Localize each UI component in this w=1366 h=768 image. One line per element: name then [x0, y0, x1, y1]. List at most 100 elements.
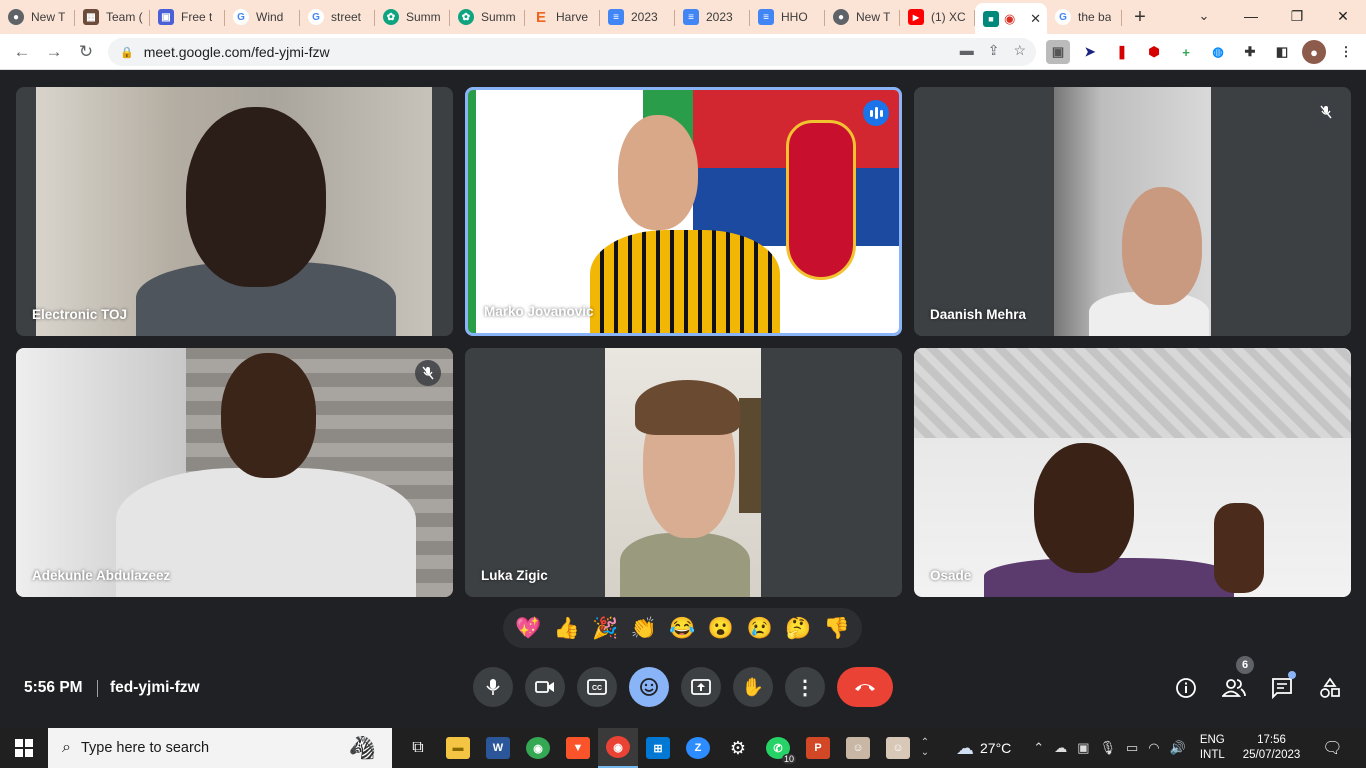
game-app-icon[interactable]: ☺	[838, 728, 878, 768]
volume-icon[interactable]: 🔊	[1170, 740, 1186, 756]
participant-tile-active-speaker[interactable]: Marko Jovanovic	[465, 87, 902, 336]
tab-new-tab[interactable]: ● New T	[0, 3, 75, 31]
show-hidden-icons-icon[interactable]: ⌃	[1033, 740, 1044, 756]
tab-free[interactable]: ▣ Free t	[150, 3, 225, 31]
activities-button[interactable]	[1316, 674, 1344, 702]
bookmark-star-icon[interactable]: ☆	[1013, 42, 1026, 59]
tab-summary-1[interactable]: ✿ Summ	[375, 3, 450, 31]
participant-tile[interactable]: Adekunle Abdulazeez	[16, 348, 453, 597]
reaction-sparkling-heart[interactable]: 💖	[515, 618, 541, 639]
whatsapp-icon[interactable]: ✆ 10	[758, 728, 798, 768]
reaction-surprised[interactable]: 😮	[708, 618, 734, 639]
extension-red-icon[interactable]: ❚	[1110, 40, 1134, 64]
camera-button[interactable]	[525, 667, 565, 707]
system-clock[interactable]: 17:56 25/07/2023	[1243, 733, 1301, 763]
taskbar-overflow-chevron-icon[interactable]: ⌃ ⌄	[918, 728, 932, 768]
language-indicator[interactable]: ENG INTL	[1200, 733, 1225, 763]
powerpoint-icon[interactable]: P	[798, 728, 838, 768]
back-icon[interactable]: ←	[6, 36, 38, 68]
captions-button[interactable]: CC	[577, 667, 617, 707]
forward-icon[interactable]: →	[38, 36, 70, 68]
person-face	[1122, 187, 1202, 305]
person-shirt	[590, 230, 780, 333]
close-window-icon[interactable]: ✕	[1320, 0, 1366, 32]
word-icon[interactable]: W	[478, 728, 518, 768]
side-panel-icon[interactable]: ◧	[1270, 40, 1294, 64]
reaction-clapping[interactable]: 👏	[631, 618, 657, 639]
notifications-icon[interactable]: 🗨	[1322, 738, 1342, 758]
participant-tile[interactable]: Electronic TOJ	[16, 87, 453, 336]
minimize-icon[interactable]: —	[1228, 0, 1274, 32]
menu-kebab-icon[interactable]: ⋮	[1334, 40, 1358, 64]
tab-harvest[interactable]: E Harve	[525, 3, 600, 31]
settings-gear-icon[interactable]: ⚙	[718, 728, 758, 768]
chrome-active-window-icon[interactable]: ◉	[598, 728, 638, 768]
tab-summary-2[interactable]: ✿ Summ	[450, 3, 525, 31]
reaction-laughing[interactable]: 😂	[669, 618, 695, 639]
meeting-details-button[interactable]	[1172, 674, 1200, 702]
camera-in-use-icon[interactable]: ▬	[960, 42, 974, 59]
reaction-thumbs-down[interactable]: 👎	[824, 618, 850, 639]
profile-avatar[interactable]: ●	[1302, 40, 1326, 64]
leave-call-button[interactable]	[837, 667, 893, 707]
chrome-taskbar-icon[interactable]: ◉	[518, 728, 558, 768]
file-explorer-icon[interactable]: ▬	[438, 728, 478, 768]
participant-tile[interactable]: Luka Zigic	[465, 348, 902, 597]
raise-hand-button[interactable]: ✋	[733, 667, 773, 707]
speaking-indicator-icon	[863, 100, 889, 126]
tab-doc-2023-2[interactable]: ≡ 2023	[675, 3, 750, 31]
reaction-crying[interactable]: 😢	[746, 618, 772, 639]
camera-privacy-icon[interactable]: ▣	[1077, 740, 1089, 756]
battery-icon[interactable]: ▭	[1126, 740, 1138, 756]
onedrive-icon[interactable]: ☁	[1054, 740, 1067, 756]
wifi-icon[interactable]: ◠	[1148, 740, 1159, 756]
openai-icon: ✿	[458, 9, 474, 25]
extension-photo-icon[interactable]: ▣	[1046, 40, 1070, 64]
tab-new-tab-2[interactable]: ● New T	[825, 3, 900, 31]
weather-widget[interactable]: ☁ 27°C	[956, 738, 1011, 759]
extension-plus-icon[interactable]: +	[1174, 40, 1198, 64]
people-button[interactable]	[1220, 674, 1248, 702]
task-view-icon[interactable]: ⧉	[398, 728, 438, 768]
present-screen-icon	[691, 679, 711, 695]
close-tab-icon[interactable]: ✕	[1030, 11, 1041, 27]
reaction-thinking[interactable]: 🤔	[785, 618, 811, 639]
present-screen-button[interactable]	[681, 667, 721, 707]
new-tab-button[interactable]: +	[1122, 3, 1158, 31]
extension-cursor-icon[interactable]: ➤	[1078, 40, 1102, 64]
participant-tile[interactable]: Daanish Mehra	[914, 87, 1351, 336]
docs-icon: ≡	[683, 9, 699, 25]
windows-start-button[interactable]	[0, 728, 48, 768]
game-app-2-icon[interactable]: ☺	[878, 728, 918, 768]
extension-shazam-icon[interactable]: ◍	[1206, 40, 1230, 64]
address-bar[interactable]: 🔒 meet.google.com/fed-yjmi-fzw ▬ ⇪ ☆	[108, 38, 1036, 66]
share-icon[interactable]: ⇪	[988, 42, 1000, 59]
tab-google-meet[interactable]: ■ ◉ ✕	[975, 3, 1047, 34]
docs-icon: ≡	[758, 9, 774, 25]
tab-google-street[interactable]: Gstreet	[300, 3, 375, 31]
tab-search-chevron-icon[interactable]: ⌄	[1190, 6, 1218, 26]
tab-google-search[interactable]: Gthe ba	[1047, 3, 1122, 31]
brave-icon[interactable]: ▼	[558, 728, 598, 768]
extensions-puzzle-icon[interactable]: ✚	[1238, 40, 1262, 64]
tab-google-wind[interactable]: G Wind	[225, 3, 300, 31]
reaction-party-popper[interactable]: 🎉	[592, 618, 618, 639]
reload-icon[interactable]: ↻	[70, 36, 102, 68]
person-face	[1034, 443, 1134, 573]
participant-video	[16, 348, 453, 597]
tab-doc-hho[interactable]: ≡ HHO	[750, 3, 825, 31]
extension-stop-icon[interactable]: ⬢	[1142, 40, 1166, 64]
reaction-thumbs-up[interactable]: 👍	[554, 618, 580, 639]
taskbar-search-box[interactable]: ⌕ Type here to search 🦓	[48, 728, 392, 768]
participant-tile[interactable]: Osade	[914, 348, 1351, 597]
microphone-tray-icon[interactable]: 🎙	[1099, 740, 1116, 756]
more-options-button[interactable]: ⋮	[785, 667, 825, 707]
tab-doc-2023-1[interactable]: ≡ 2023	[600, 3, 675, 31]
microphone-button[interactable]	[473, 667, 513, 707]
send-reaction-button[interactable]	[629, 667, 669, 707]
tab-team[interactable]: ▦ Team (	[75, 3, 150, 31]
tab-youtube[interactable]: ▶ (1) XC	[900, 3, 975, 31]
restore-icon[interactable]: ❐	[1274, 0, 1320, 32]
microsoft-store-icon[interactable]: ⊞	[638, 728, 678, 768]
zoom-icon[interactable]: Z	[678, 728, 718, 768]
